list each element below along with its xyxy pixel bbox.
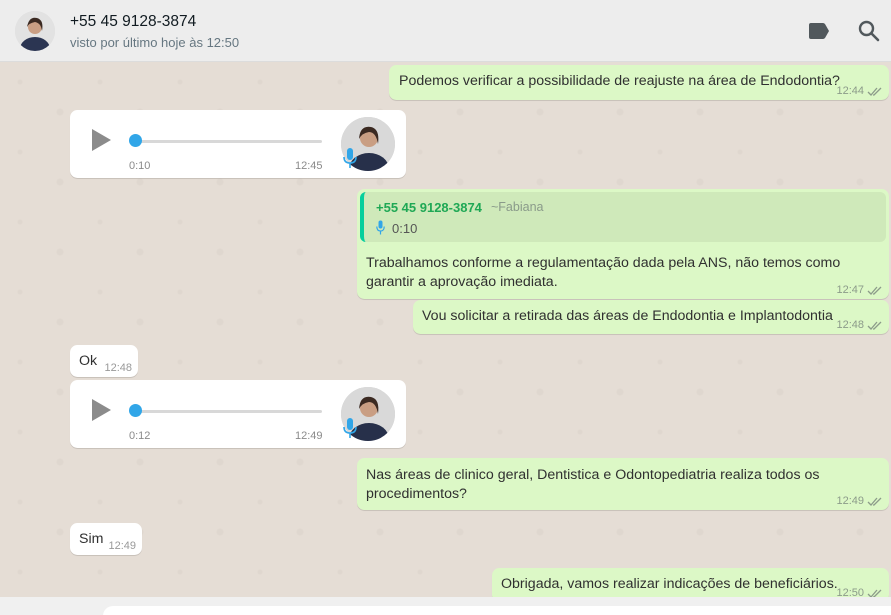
message-meta: 12:48 [836, 319, 883, 331]
message-text: Obrigada, vamos realizar indicações de b… [501, 576, 838, 592]
message-text-line: Nas áreas de clinico geral, Dentistica e… [366, 467, 820, 483]
message-text-line: procedimentos? [366, 486, 467, 502]
message-meta: 12:50 [836, 587, 883, 597]
quoted-message[interactable]: +55 45 9128-3874 ~Fabiana 0:10 [360, 192, 886, 242]
message-meta: 12:49 [836, 495, 883, 507]
quoted-author: +55 45 9128-3874 [376, 200, 482, 215]
message-outgoing[interactable]: Nas áreas de clinico geral, Dentistica e… [357, 458, 889, 510]
message-time: 12:47 [836, 284, 864, 296]
double-check-icon [867, 286, 882, 295]
quoted-duration: 0:10 [392, 221, 418, 236]
microphone-icon [376, 220, 385, 235]
message-incoming[interactable]: Ok 12:48 [70, 345, 138, 377]
message-text-line: garantir a aprovação imediata. [366, 274, 558, 290]
double-check-icon [867, 589, 882, 597]
play-icon[interactable] [90, 398, 112, 422]
message-meta: 12:47 [836, 284, 883, 296]
last-seen-status: visto por último hoje às 12:50 [70, 35, 240, 50]
microphone-icon [343, 418, 357, 438]
message-text: Podemos verificar a possibilidade de rea… [399, 73, 840, 89]
message-meta: 12:49 [108, 540, 136, 552]
message-meta: 12:44 [836, 85, 883, 97]
voice-progress-track[interactable] [130, 140, 322, 143]
message-text: Sim [79, 531, 104, 547]
message-text: Ok [79, 353, 98, 369]
voice-progress-knob[interactable] [129, 404, 142, 417]
message-time: 12:45 [295, 160, 323, 172]
voice-duration: 0:10 [129, 160, 151, 172]
message-outgoing[interactable]: Podemos verificar a possibilidade de rea… [389, 65, 889, 100]
play-icon[interactable] [90, 128, 112, 152]
message-time: 12:49 [836, 495, 864, 507]
quoted-alias: ~Fabiana [491, 200, 544, 214]
message-text: Vou solicitar a retirada das áreas de En… [422, 308, 833, 324]
voice-message[interactable]: 0:12 12:49 [70, 380, 406, 448]
message-outgoing[interactable]: Obrigada, vamos realizar indicações de b… [492, 568, 889, 597]
message-time: 12:48 [836, 319, 864, 331]
message-meta: 12:48 [104, 362, 132, 374]
search-icon[interactable] [856, 18, 882, 44]
chat-header: +55 45 9128-3874 visto por último hoje à… [0, 0, 891, 62]
message-outgoing[interactable]: Vou solicitar a retirada das áreas de En… [413, 300, 889, 334]
message-time: 12:50 [836, 587, 864, 597]
message-time: 12:44 [836, 85, 864, 97]
message-incoming[interactable]: Sim 12:49 [70, 523, 142, 555]
message-time: 12:48 [104, 362, 132, 374]
message-input[interactable] [103, 606, 891, 615]
double-check-icon [867, 497, 882, 506]
contact-name[interactable]: +55 45 9128-3874 [70, 13, 196, 31]
voice-progress-track[interactable] [130, 410, 322, 413]
message-outgoing-reply[interactable]: +55 45 9128-3874 ~Fabiana 0:10 Trabalham… [357, 189, 889, 299]
double-check-icon [867, 87, 882, 96]
voice-progress-knob[interactable] [129, 134, 142, 147]
microphone-icon [343, 148, 357, 168]
label-icon[interactable] [806, 18, 832, 44]
chat-area[interactable]: Podemos verificar a possibilidade de rea… [0, 62, 891, 597]
voice-duration: 0:12 [129, 430, 151, 442]
message-text-line: Trabalhamos conforme a regulamentação da… [366, 255, 841, 271]
message-time: 12:49 [295, 430, 323, 442]
voice-message[interactable]: 0:10 12:45 [70, 110, 406, 178]
contact-avatar[interactable] [15, 11, 55, 51]
double-check-icon [867, 321, 882, 330]
message-time: 12:49 [108, 540, 136, 552]
